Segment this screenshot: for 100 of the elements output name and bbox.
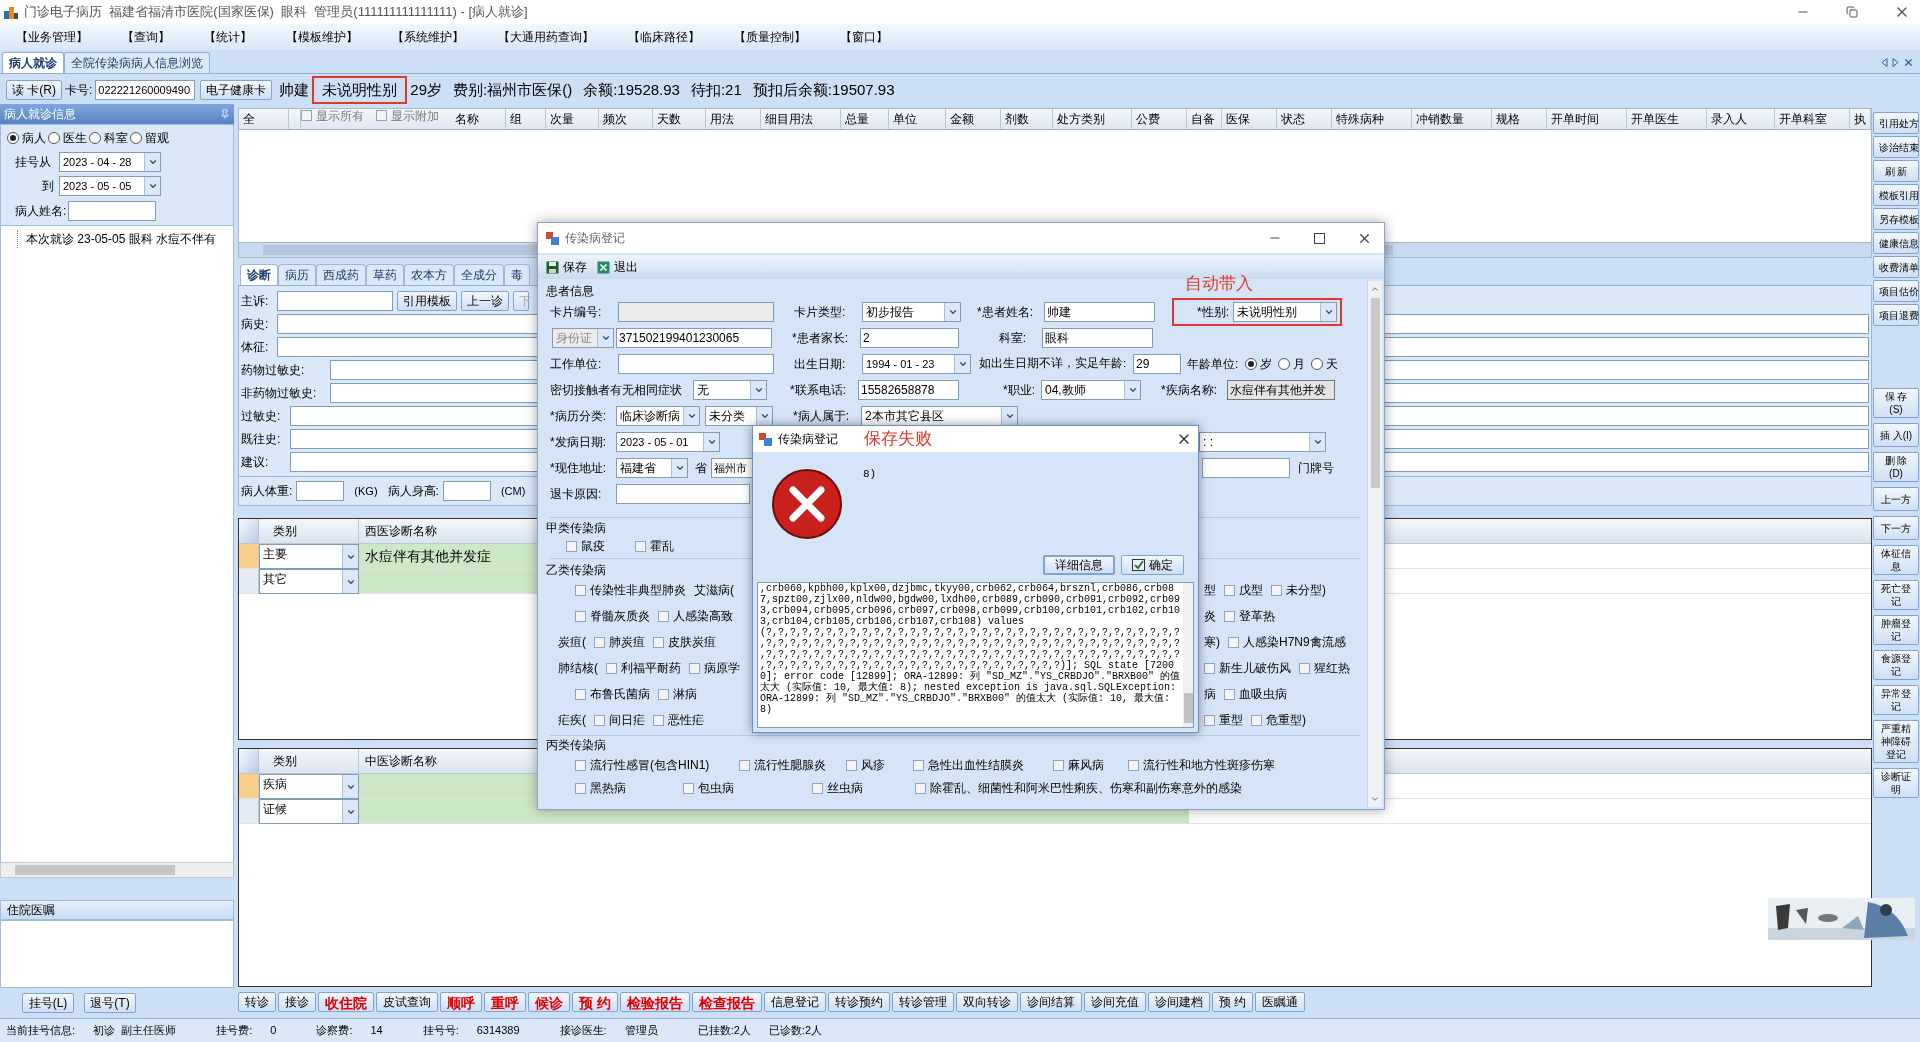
group-title: 丙类传染病 [546,737,606,754]
column-header: 医保 [1222,109,1278,129]
checkbox-label: 流行性和地方性斑疹伤寒 [1143,757,1275,774]
field-label: 年龄单位: [1187,356,1240,373]
column-header: 天数 [652,109,706,129]
pending-text: 待扣:21 [690,79,742,100]
field-label: *现住地址: [550,460,607,477]
column-header: 执 [1850,109,1872,129]
checkbox-label: 猩红热 [1314,660,1350,677]
status-label: 接诊医生: [559,1023,607,1039]
column-header: 开单医生 [1627,109,1708,129]
field-label: 病史: [241,315,270,333]
field-label: *性别: [1196,304,1230,321]
fee-type: 费别:福州市医保() [453,79,573,100]
checkbox-label: 人感染H7N9禽流感 [1243,634,1346,651]
group-label: 炭疽( [558,634,586,651]
checkbox-label: 重型 [1219,712,1243,729]
checkbox-label: 病原学 [704,660,740,677]
patient-gender: 未说明性别 [312,76,408,104]
checkbox-label: 包虫病 [698,780,734,797]
column-header: 规格 [1492,109,1548,129]
annotation-text: 保存失败 [864,428,932,451]
after-balance-text: 预扣后余额:19507.93 [752,79,895,100]
group-title: 患者信息 [546,283,594,300]
field-label: 病人姓名: [15,203,67,220]
field-label: 到 [41,178,55,195]
panel-title: 病人就诊信息 [4,106,76,123]
checkbox-label: 血吸虫病 [1239,686,1287,703]
field-label: 门牌号 [1298,460,1334,477]
column-header: 类别 [259,519,359,543]
checkbox-label: 流行性感冒(包含HIN1) [590,757,710,774]
panel-title: 住院医嘱 [7,902,55,919]
disease-name-box: 水痘伴有其他并发 [1227,380,1335,400]
status-label: 诊察费: [316,1023,353,1039]
field-label: *发病日期: [550,434,607,451]
checkbox-label: 除霍乱、细菌性和阿米巴性痢疾、伤寒和副伤寒意外的感染 [930,780,1242,797]
field-label: 挂号从 [15,154,52,171]
column-header: 金额 [945,109,1001,129]
group-label: 寒) [1204,634,1220,651]
group-label: 型 [1204,582,1216,599]
field-label: 主诉: [241,292,270,310]
checkbox-label: 布鲁氏菌病 [590,686,650,703]
column-header: 次量 [545,109,599,129]
checkbox-label: 间日疟 [609,712,645,729]
checkbox-label: 麻风病 [1068,757,1104,774]
column-header: 开单科室 [1775,109,1851,129]
checkbox-label: 黑热病 [590,780,626,797]
error-details-text: ,crb060,kpbh00,kplx00,dzjbmc,tkyy00,crb062,crb064,brsznl,crb086,crb087,spzt00,zjlx00,nldw00,bgdw00,lxdh00,crb089,crb090,crb091,crb092,crb093,crb094,crb095,crb096,crb097,crb098,crb099,crb100,crb101,crb102,crb103,crb104,crb105,crb106,crb107,crb108) values (?,?,?,?,?,?,?,?,?,?,?,?,?,?,?,?,?,?,?,?,?,?,?,?,?,?,?,?,?,?,?,?,?,?,?,?,?,?,?,?,?,?,?,?,?,?,?,?,?,?,?,?,?,?,?,?,?,?,?,?,?,?,?,?,?,?,?,?,?,?,?,?,?,?,?,?,?,?,?,?,?,?,?,?,?,?,?,?,?,?,?,?,?,?,?,?,?,?,?,?,?,?,?,?,?,?,?,?,?,?,?,?,?,?,?,?,?,?,?,?,?,?,?,?,?,?,?,?,?,?)]; SQL state [72000]; error code [12899]; ORA-12899: 列 "SD_MZ"."YS_CRBDJO"."BRXB00" 的值太大 (实际值: 10, 最大值: 8); nested exception is java.sql.SQLException: ORA-12899: 列 "SD_MZ"."YS_CRBDJO"."BRXB00" 的值太大 (实际值: 10, 最大值: 8) [759,583,1182,717]
field-label: 体征: [241,338,270,356]
column-header: 西医诊断名称 [364,523,438,540]
balance-text: 余额:19528.93 [583,79,680,100]
field-label: 非药物过敏史: [241,384,318,402]
field-label: *职业: [1002,382,1036,399]
column-header: 中医诊断名称 [364,753,438,770]
field-label: 病人身高: [387,483,439,500]
group-label: 艾滋病( [694,582,734,599]
column-header: 组 [505,109,546,129]
field-label: 退卡原因: [550,486,603,503]
status-value: 已诊数:2人 [768,1023,822,1039]
column-header: 单位 [888,109,946,129]
column-header: 处方类别 [1052,109,1133,129]
radio-label: 岁 [1260,356,1272,373]
column-header: 状态 [1277,109,1333,129]
checkbox-label: 戊型 [1239,582,1263,599]
radio-label: 月 [1293,356,1305,373]
checkbox-label: 未分型) [1286,582,1326,599]
column-header: 特殊病种 [1332,109,1413,129]
checkbox-label: 登革热 [1239,608,1275,625]
column-header: 总量 [840,109,889,129]
checkbox-label: 危重型) [1266,712,1306,729]
field-label: 卡号: [65,82,93,99]
checkbox-label: 急性出血性结膜炎 [928,757,1024,774]
field-label: 出生日期: [794,356,847,373]
column-header: 自备 [1187,109,1223,129]
status-label: 挂号费: [216,1023,253,1039]
checkbox-label: 人感染高致 [673,608,733,625]
field-label: *病历分类: [550,408,607,425]
checkbox-label: 流行性腮腺炎 [754,757,826,774]
checkbox-label: 传染性非典型肺炎 [590,582,686,599]
checkbox-label: 显示所有 [315,110,364,122]
patient-name: 帅建 [279,79,310,100]
column-header: 剂数 [1000,109,1053,129]
error-message: 8) [863,467,877,482]
checkbox-label: 肺炭疽 [609,634,645,651]
column-header: 细目用法 [760,109,841,129]
radio-label: 医生 [63,130,87,147]
field-label: (CM) [500,483,526,499]
field-label: 卡片编号: [550,304,603,321]
field-label: (KG) [354,483,378,499]
patient-age: 29岁 [410,79,443,100]
field-label: 科室: [997,330,1027,347]
field-label: 过敏史: [241,407,282,425]
column-header: 冲销数量 [1412,109,1493,129]
status-value: 0 [270,1023,277,1039]
checkbox-label: 丝虫病 [827,780,863,797]
field-label: 卡片类型: [794,304,847,321]
field-label: 工作单位: [550,356,603,373]
field-label: *患者姓名: [977,304,1034,321]
field-label: 建议: [241,453,270,471]
group-label: 炎 [1204,608,1216,625]
